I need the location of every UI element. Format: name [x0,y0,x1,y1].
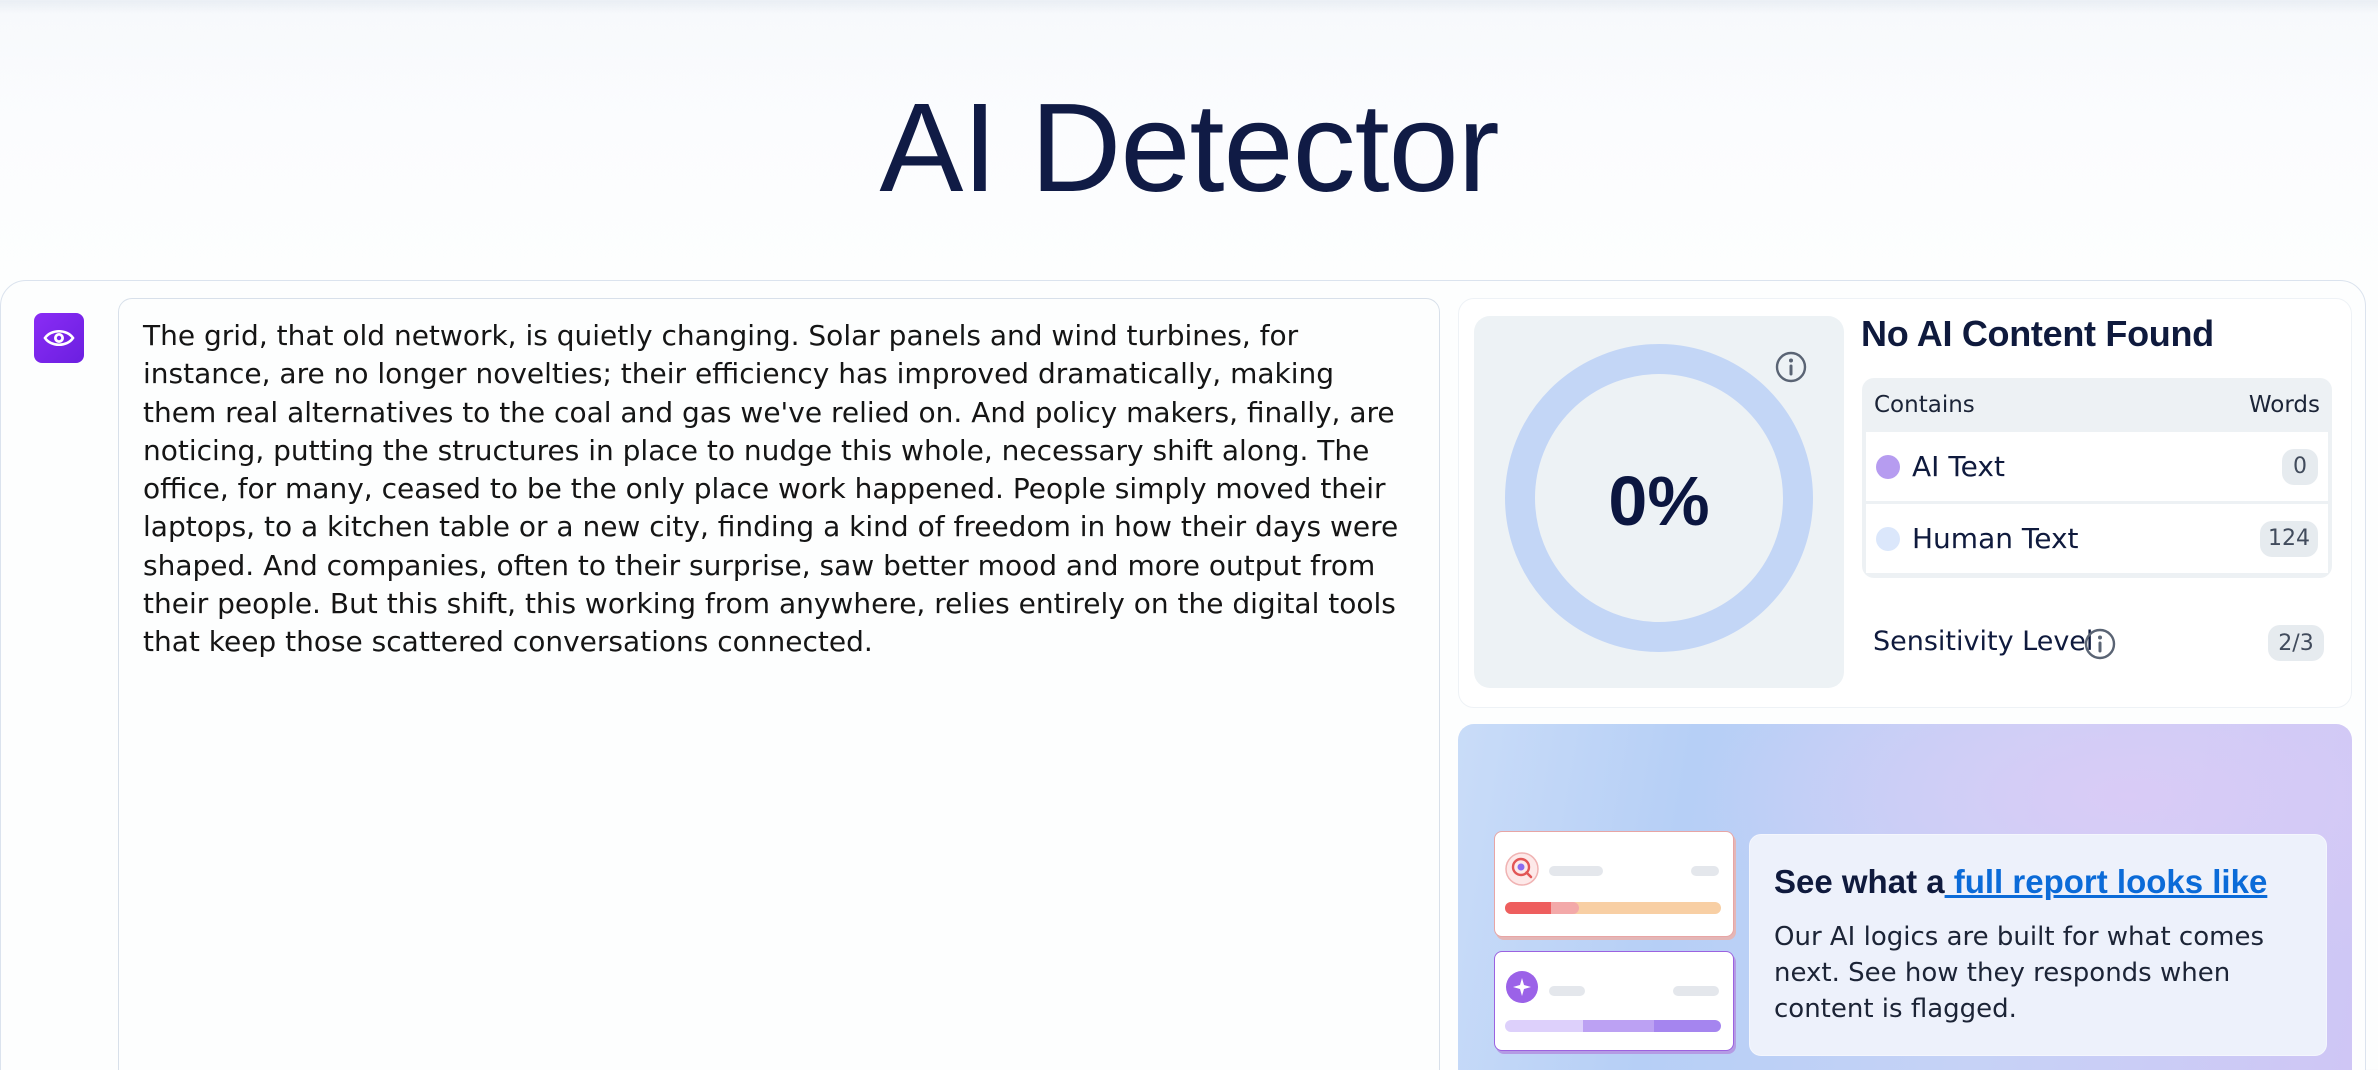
score-bar-segment [1505,902,1579,914]
col-contains: Contains [1874,392,1975,418]
ai-text-dot [1876,454,1900,479]
eye-icon[interactable] [34,313,84,363]
promo-title: See what a full report looks like [1774,863,2302,901]
full-report-link[interactable]: full report looks like [1945,863,2268,900]
placeholder-line [1691,866,1719,876]
stats-row-human: Human Text 124 [1866,504,2328,573]
text-input[interactable]: The grid, that old network, is quietly c… [118,298,1440,1070]
placeholder-line [1673,986,1719,996]
score-value: 0% [1608,462,1710,540]
score-gauge: 0% [1474,316,1844,688]
word-stats-table: Contains Words AI Text 0 Human Text 124 [1862,378,2332,578]
info-icon[interactable] [2082,626,2118,662]
highlight-bar [1505,1020,1721,1032]
human-text-count: 124 [2260,520,2318,557]
stats-row-ai: AI Text 0 [1866,432,2328,501]
info-icon[interactable] [1774,350,1810,386]
promo-title-prefix: See what a [1774,863,1945,900]
preview-card-ai-highlight [1494,951,1734,1051]
sparkle-icon [1505,970,1539,1008]
placeholder-line [1549,866,1603,876]
page-title: AI Detector [879,77,1499,218]
result-title: No AI Content Found [1861,313,2214,354]
col-words: Words [2248,392,2320,418]
human-text-label: Human Text [1912,522,2079,555]
sensitivity-value[interactable]: 2/3 [2268,625,2324,661]
stats-header: Contains Words [1862,378,2332,432]
promo-message: See what a full report looks like Our AI… [1749,834,2327,1056]
ai-text-label: AI Text [1912,450,2005,483]
ai-text-count: 0 [2282,448,2318,485]
search-report-icon [1505,852,1539,890]
human-text-dot [1876,526,1900,551]
sensitivity-label: Sensitivity Level [1873,626,2094,657]
preview-card-ai-score [1494,831,1734,937]
promo-body: Our AI logics are built for what comes n… [1774,922,2265,1024]
placeholder-line [1549,986,1585,996]
